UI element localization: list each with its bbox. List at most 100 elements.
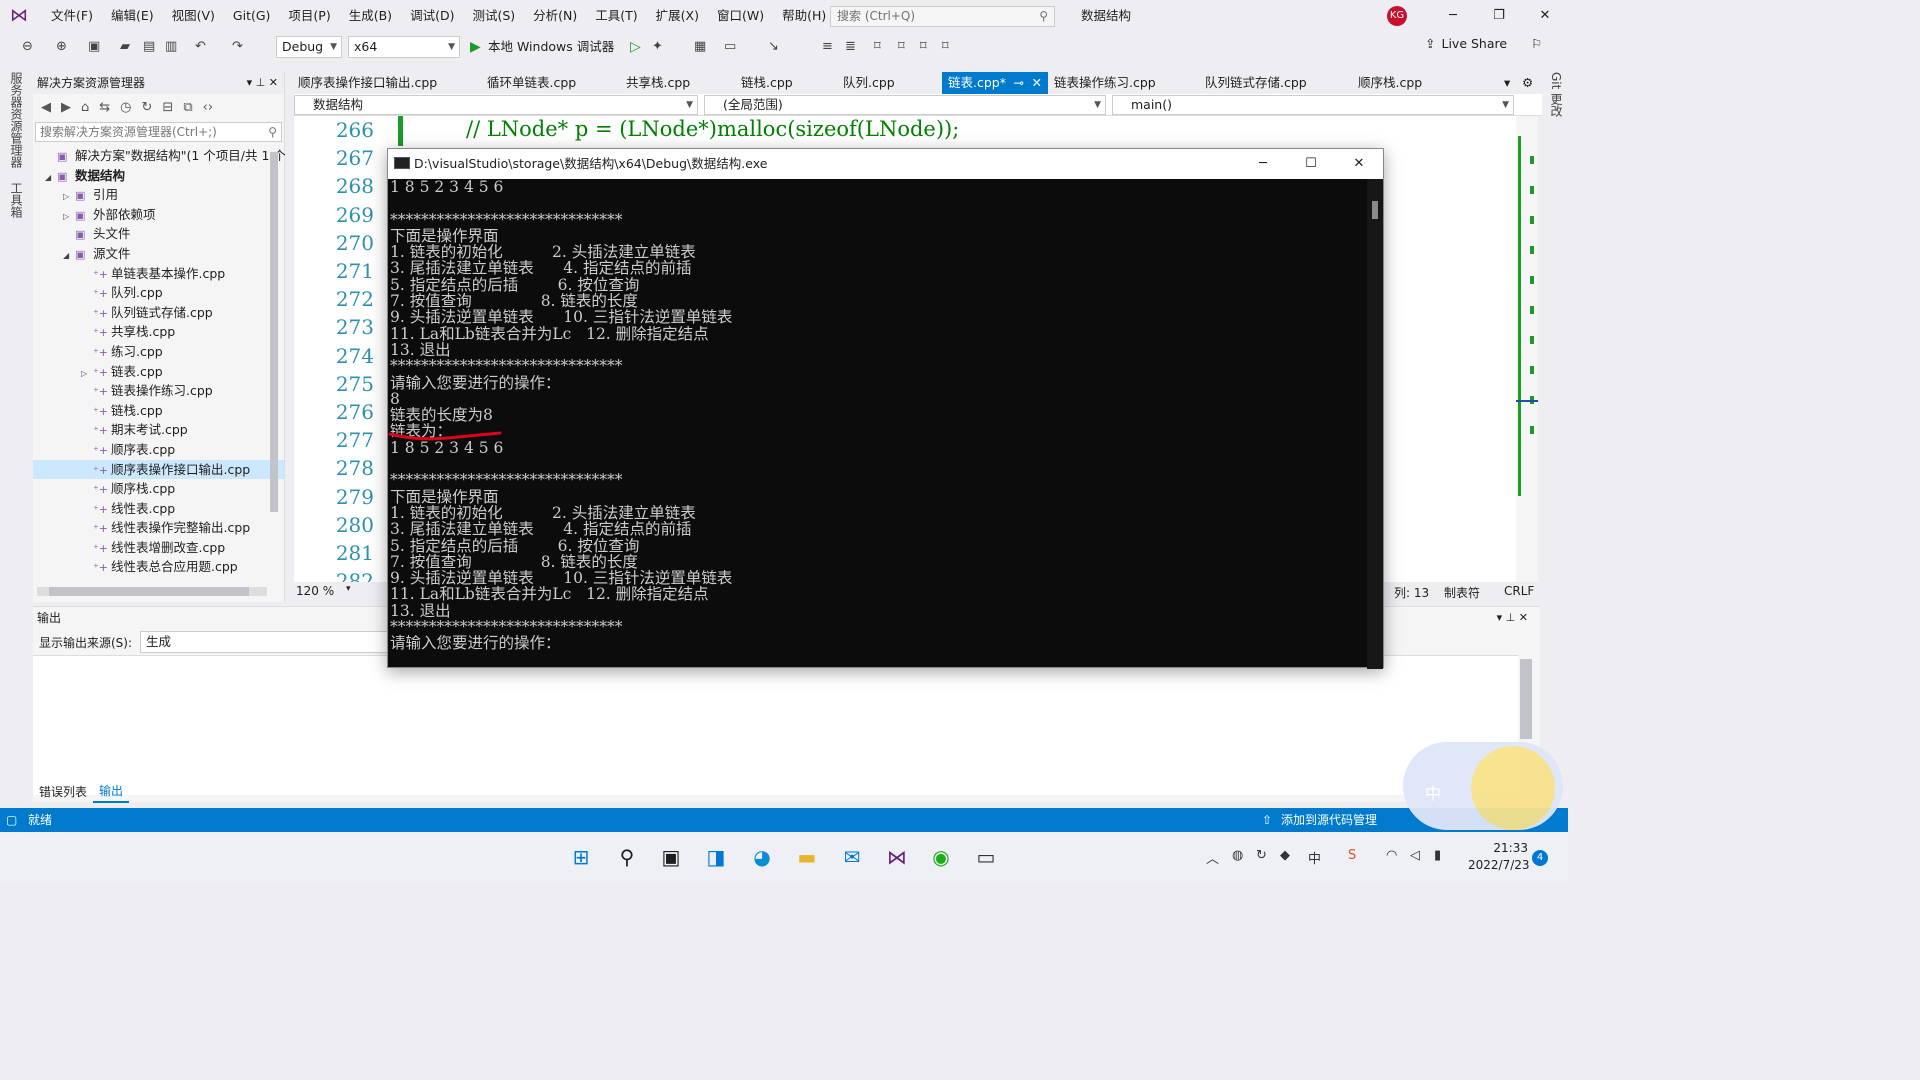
start-icon[interactable]: ⊞ [568, 844, 594, 870]
bookmark-clear-icon[interactable]: ⌑ [942, 36, 949, 58]
wifi-icon[interactable]: ◠ [1386, 848, 1397, 863]
menu-test[interactable]: 测试(S) [463, 0, 524, 32]
gear-icon[interactable]: ⚙ [1522, 72, 1533, 94]
edge-icon[interactable]: ◕ [749, 844, 775, 870]
tabs-indicator[interactable]: 制表符 [1444, 584, 1480, 601]
project-select[interactable]: 数据结构 ▼ [294, 95, 698, 115]
home-icon[interactable]: ⌂ [81, 100, 89, 115]
refresh-icon[interactable]: ↻ [142, 100, 153, 115]
eol-indicator[interactable]: CRLF [1504, 584, 1534, 598]
tree-node[interactable]: ⁺+ 共享栈.cpp [33, 322, 284, 342]
panel-controls[interactable]: ▾ ⊥ ✕ [1497, 607, 1528, 629]
layout-icon[interactable]: ▭ [724, 36, 736, 58]
mail-icon[interactable]: ✉ [839, 844, 865, 870]
tray-app-icon[interactable]: ◍ [1232, 848, 1243, 863]
tab-doc[interactable]: 链表操作练习.cpp [1054, 72, 1156, 94]
volume-icon[interactable]: ◁ [1410, 848, 1420, 863]
redo-icon[interactable]: ↷ [232, 36, 243, 58]
tree-node[interactable]: ⁺+ 期末考试.cpp [33, 420, 284, 440]
tray-s-icon[interactable]: S [1348, 848, 1356, 863]
tree-node[interactable]: ⁺+ 单链表基本操作.cpp [33, 264, 284, 284]
widgets-icon[interactable]: ◨ [703, 844, 729, 870]
menu-debug[interactable]: 调试(D) [401, 0, 463, 32]
close-icon[interactable]: ✕ [1522, 0, 1568, 32]
tree-node[interactable]: ⁺+ 线性表.cpp [33, 499, 284, 519]
back-icon[interactable]: ⊖ [22, 36, 33, 58]
server-explorer-tab[interactable]: 服务器资源管理器 [8, 72, 25, 168]
member-select[interactable]: main() ▼ [1112, 95, 1514, 115]
tab-overflow-icon[interactable]: ▾ [1504, 72, 1510, 94]
new-project-icon[interactable]: ▣ [88, 36, 100, 58]
tree-node[interactable]: ⁺+ 线性表操作完整输出.cpp [33, 518, 284, 538]
outdent-icon[interactable]: ≣ [845, 36, 856, 58]
bookmark-prev-icon[interactable]: ⌑ [898, 36, 905, 58]
live-share-button[interactable]: ⇪ Live Share ⚐ [1425, 36, 1542, 51]
menu-window[interactable]: 窗口(W) [708, 0, 773, 32]
bookmark-icon[interactable]: ⌑ [874, 36, 881, 58]
tree-node[interactable]: ⁺+ 练习.cpp [33, 342, 284, 362]
menu-view[interactable]: 视图(V) [163, 0, 224, 32]
toolbox-tab[interactable]: 工具箱 [8, 182, 25, 218]
menu-tools[interactable]: 工具(T) [586, 0, 646, 32]
output-text-area[interactable] [33, 655, 1518, 795]
platform-select[interactable]: x64 ▼ [348, 36, 460, 58]
history-icon[interactable]: ◷ [120, 100, 131, 115]
menu-git[interactable]: Git(G) [224, 0, 280, 32]
tree-hscrollbar[interactable] [37, 587, 267, 596]
tray-sync-icon[interactable]: ↻ [1256, 848, 1267, 863]
terminal-icon[interactable]: ▭ [973, 844, 999, 870]
tree-node[interactable]: ◢ ▣ 数据结构 [33, 166, 284, 186]
ime-icon[interactable]: 中 [1308, 848, 1321, 867]
restore-icon[interactable]: ❐ [1476, 0, 1522, 32]
tree-node[interactable]: ⁺+ 链栈.cpp [33, 401, 284, 421]
add-source-control-button[interactable]: 添加到源代码管理 [1281, 808, 1377, 832]
solution-search-input[interactable]: 搜索解决方案资源管理器(Ctrl+;) ⚲ [35, 122, 282, 142]
tab-doc[interactable]: 队列链式存储.cpp [1205, 72, 1307, 94]
tab-output[interactable]: 输出 [93, 781, 130, 803]
tree-node[interactable]: ▷ ▣ 引用 [33, 185, 284, 205]
config-select[interactable]: Debug ▼ [276, 36, 342, 58]
tab-doc[interactable]: 链栈.cpp [741, 72, 793, 94]
maximize-icon[interactable]: ☐ [1287, 149, 1335, 179]
chevron-down-icon[interactable]: ▾ [346, 584, 351, 594]
close-icon[interactable]: ✕ [1335, 149, 1383, 179]
forward-icon[interactable]: ▶ [61, 100, 71, 115]
ime-icon[interactable]: 中 [1425, 780, 1441, 804]
console-output[interactable]: 1 8 5 2 3 4 5 6 *************************… [388, 179, 1368, 669]
battery-icon[interactable]: ▮ [1434, 848, 1441, 863]
column-indicator[interactable]: 列: 13 [1394, 584, 1429, 601]
tree-node[interactable]: ⁺+ 顺序表.cpp [33, 440, 284, 460]
tree-node[interactable]: ⁺+ 线性表总合应用题.cpp [33, 557, 284, 577]
menu-project[interactable]: 项目(P) [279, 0, 339, 32]
tab-error-list[interactable]: 错误列表 [33, 782, 93, 802]
editor-scrollbar[interactable] [1516, 116, 1538, 582]
minimize-icon[interactable]: ─ [1430, 0, 1476, 32]
start-without-debug-icon[interactable]: ▷ [630, 36, 641, 58]
menu-help[interactable]: 帮助(H) [773, 0, 835, 32]
visual-studio-icon[interactable]: ⋈ [884, 844, 910, 870]
switch-view-icon[interactable]: ⇆ [99, 100, 110, 115]
console-scrollbar[interactable] [1367, 179, 1383, 669]
hot-reload-icon[interactable]: ✦ [652, 36, 663, 58]
tree-node[interactable]: ⁺+ 队列链式存储.cpp [33, 303, 284, 323]
task-view-icon[interactable]: ▣ [658, 844, 684, 870]
tree-node[interactable]: ▷ ▣ 外部依赖项 [33, 205, 284, 225]
output-scrollbar[interactable] [1520, 659, 1532, 739]
menu-analyze[interactable]: 分析(N) [524, 0, 586, 32]
bookmark-next-icon[interactable]: ⌑ [920, 36, 927, 58]
minimize-icon[interactable]: ─ [1239, 149, 1287, 179]
feedback-icon[interactable]: ⚐ [1531, 36, 1542, 51]
tree-node[interactable]: ⁺+ 顺序栈.cpp [33, 479, 284, 499]
notification-badge[interactable]: 4 [1532, 850, 1548, 866]
menu-build[interactable]: 生成(B) [340, 0, 401, 32]
tab-doc[interactable]: 顺序表操作接口输出.cpp [298, 72, 437, 94]
start-debug-icon[interactable]: ▶ [470, 36, 481, 58]
zoom-level[interactable]: 120 % [296, 584, 334, 598]
start-debug-button[interactable]: 本地 Windows 调试器 [488, 36, 614, 58]
menu-file[interactable]: 文件(F) [42, 0, 102, 32]
save-icon[interactable]: ▤ [143, 36, 155, 58]
step-icon[interactable]: ↘ [768, 36, 779, 58]
show-all-icon[interactable]: ⧉ [183, 100, 192, 115]
tree-node[interactable]: ⁺+ 线性表增删改查.cpp [33, 538, 284, 558]
search-input[interactable]: 搜索 (Ctrl+Q) ⚲ [830, 6, 1055, 27]
